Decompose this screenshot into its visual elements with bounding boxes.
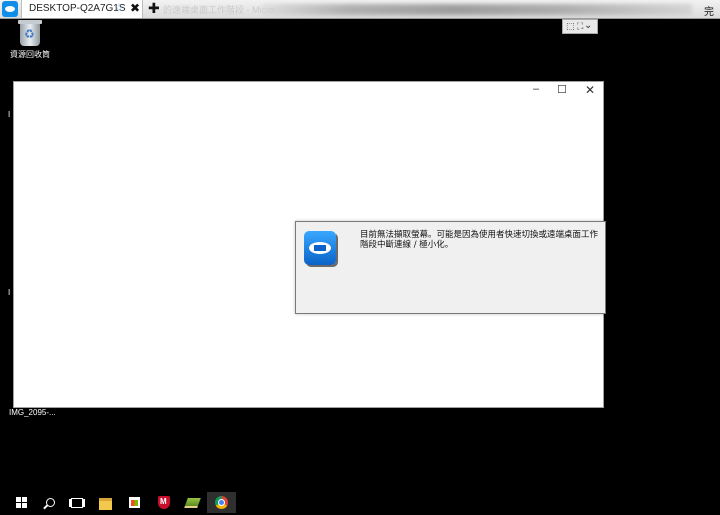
fullscreen-icon[interactable]: ⬚ ⛶ [566, 21, 583, 32]
dialog-message: 目前無法擷取螢幕。可能是因為使用者快速切換或遠端桌面工作階段中斷連線 / 極小化… [360, 230, 599, 250]
session-toolbar[interactable]: ⬚ ⛶ ⌄ [562, 19, 598, 34]
chevron-down-icon[interactable]: ⌄ [584, 20, 592, 31]
file-explorer-button[interactable] [92, 492, 118, 513]
star-icon[interactable]: ☆ [114, 1, 124, 14]
search-button[interactable] [37, 492, 63, 513]
tab-title: DESKTOP-Q2A7G1S [29, 3, 126, 14]
maximize-button[interactable]: ☐ [557, 83, 567, 96]
recycle-bin-shortcut[interactable]: 資源回收筒 [8, 20, 52, 62]
task-view-button[interactable] [64, 492, 90, 513]
desktop-item-letter: I [8, 110, 11, 119]
add-tab-button[interactable]: ✚ [148, 0, 160, 17]
windows-logo-icon [15, 497, 27, 508]
close-button[interactable]: ✕ [585, 83, 595, 97]
screen-capture-dialog: 目前無法擷取螢幕。可能是因為使用者快速切換或遠端桌面工作階段中斷連線 / 極小化… [295, 221, 606, 314]
teamviewer-icon[interactable] [2, 1, 18, 17]
task-view-icon [71, 498, 83, 508]
start-button[interactable] [8, 492, 34, 513]
book-app-button[interactable] [179, 492, 205, 513]
minimize-button[interactable]: – [533, 83, 539, 95]
folder-icon [98, 498, 112, 510]
mcafee-shield-icon [158, 496, 170, 509]
book-icon [183, 498, 201, 508]
taskbar [0, 492, 720, 513]
search-icon [45, 498, 55, 507]
tab-ghost-title: 的遠端桌面工作階段 - Micro [163, 5, 274, 15]
close-tab-icon[interactable]: ✖ [130, 1, 140, 15]
store-icon [128, 497, 140, 508]
store-button[interactable] [121, 492, 147, 513]
recycle-bin-label: 資源回收筒 [10, 50, 50, 59]
desktop-image-file-label[interactable]: IMG_2095-... [9, 408, 56, 417]
browser-tab-bar: DESKTOP-Q2A7G1S ☆ ✖ ✚ 的遠端桌面工作階段 - Micro … [0, 0, 720, 19]
recycle-bin-icon [18, 20, 42, 46]
mcafee-button[interactable] [151, 492, 177, 513]
teamviewer-logo-icon [304, 231, 336, 265]
tab-desktop-session[interactable]: DESKTOP-Q2A7G1S ☆ ✖ [21, 0, 143, 18]
chrome-icon [215, 496, 228, 509]
edge-text: 完 [704, 7, 714, 18]
desktop-item-letter: I [8, 288, 11, 297]
chrome-button[interactable] [207, 492, 236, 513]
blurred-region [262, 4, 692, 15]
